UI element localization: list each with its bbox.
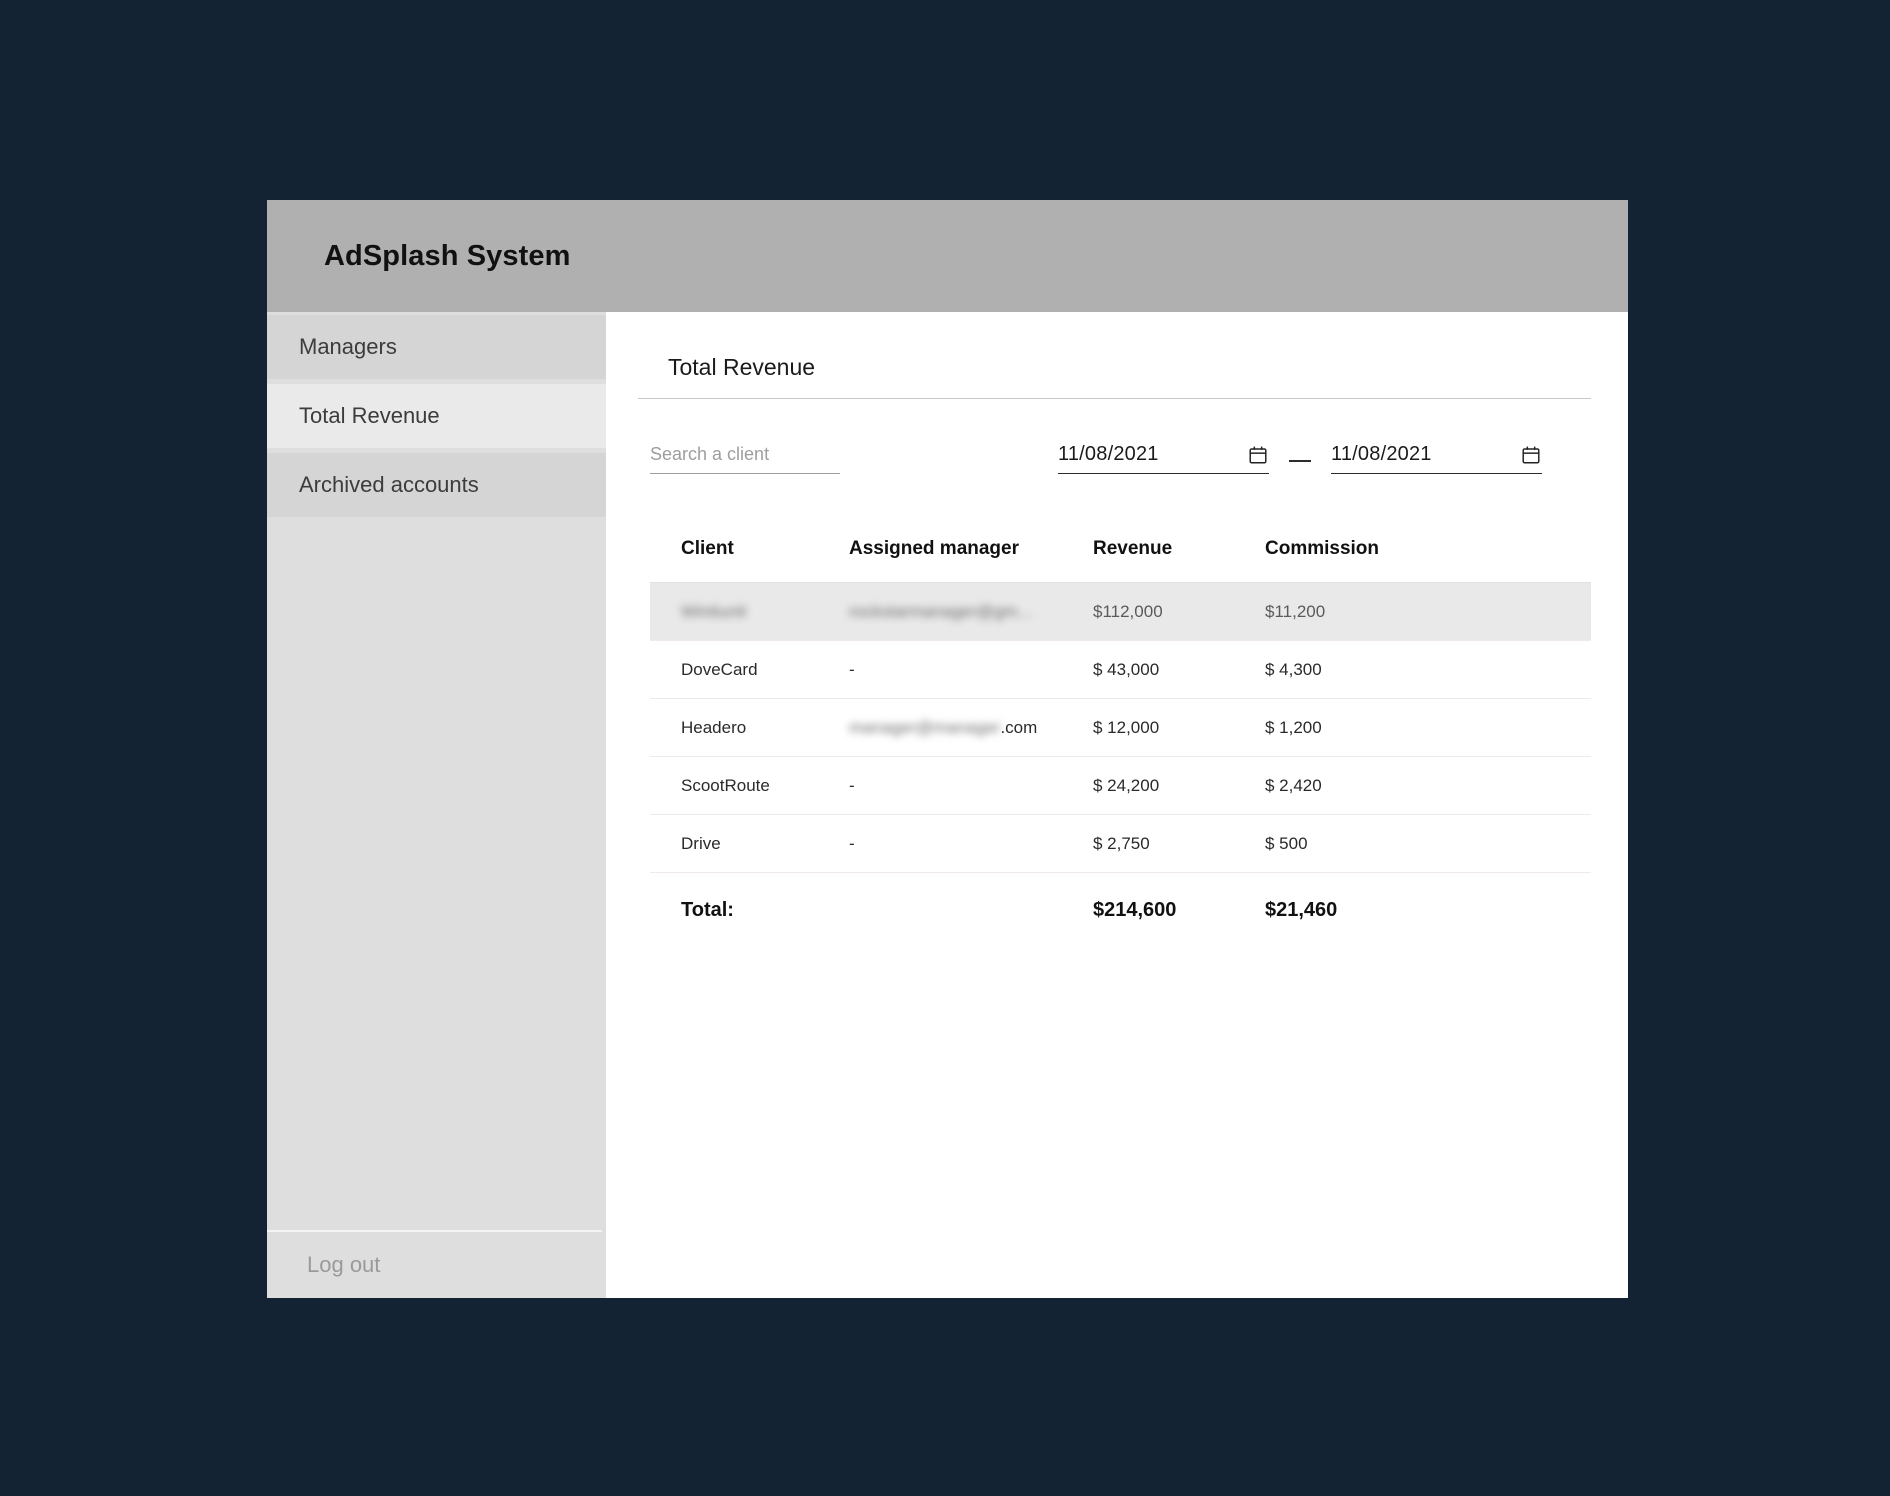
table-row[interactable]: Headero manager@manager.com $ 12,000 $ 1… bbox=[650, 698, 1591, 757]
revenue-table: Client Assigned manager Revenue Commissi… bbox=[650, 528, 1591, 940]
total-label: Total: bbox=[681, 899, 734, 921]
column-header-manager: Assigned manager bbox=[849, 528, 1093, 583]
sidebar-item-label: Archived accounts bbox=[299, 472, 479, 497]
sidebar-item-managers[interactable]: Managers bbox=[267, 315, 606, 379]
cell-commission: $ 4,300 bbox=[1265, 640, 1591, 699]
cell-commission: $ 2,420 bbox=[1265, 756, 1591, 815]
end-date-field[interactable]: 11/08/2021 bbox=[1331, 443, 1542, 474]
cell-commission: $ 500 bbox=[1265, 814, 1591, 873]
total-revenue: $214,600 bbox=[1093, 899, 1177, 921]
cell-manager: - bbox=[849, 640, 1093, 699]
manager-email-suffix: .com bbox=[1000, 718, 1038, 737]
date-range-group: 11/08/2021 11/08/2021 bbox=[1058, 443, 1542, 474]
cell-manager: manager@manager.com bbox=[849, 698, 1093, 757]
table-total-row: Total: $214,600 $21,460 bbox=[650, 873, 1591, 941]
cell-client: Headero bbox=[650, 698, 849, 757]
main-content: Total Revenue 11/08/2021 bbox=[606, 312, 1628, 1298]
sidebar-item-archived-accounts[interactable]: Archived accounts bbox=[267, 453, 606, 517]
logout-button[interactable]: Log out bbox=[307, 1252, 380, 1278]
cell-manager: rockstarmanager@gm... bbox=[849, 582, 1093, 641]
sidebar-footer: Log out bbox=[267, 1230, 602, 1298]
table-body: Wintiunit rockstarmanager@gm... $112,000… bbox=[650, 582, 1591, 941]
calendar-icon[interactable] bbox=[1247, 444, 1269, 466]
table-container: Client Assigned manager Revenue Commissi… bbox=[638, 484, 1591, 940]
app-window: AdSplash System Managers Total Revenue A… bbox=[267, 200, 1628, 1298]
app-title: AdSplash System bbox=[324, 239, 571, 272]
table-head: Client Assigned manager Revenue Commissi… bbox=[650, 528, 1591, 583]
search-input[interactable] bbox=[650, 444, 840, 474]
total-commission: $21,460 bbox=[1265, 899, 1338, 921]
column-header-client: Client bbox=[650, 528, 849, 583]
table-row[interactable]: DoveCard - $ 43,000 $ 4,300 bbox=[650, 640, 1591, 699]
app-header: AdSplash System bbox=[267, 200, 1628, 312]
sidebar-item-label: Managers bbox=[299, 334, 397, 359]
sidebar-spacer bbox=[267, 522, 606, 1230]
column-header-revenue: Revenue bbox=[1093, 528, 1265, 583]
sidebar: Managers Total Revenue Archived accounts… bbox=[267, 312, 606, 1298]
content-inner: Total Revenue 11/08/2021 bbox=[622, 312, 1591, 940]
app-body: Managers Total Revenue Archived accounts… bbox=[267, 312, 1628, 1298]
cell-client: ScootRoute bbox=[650, 756, 849, 815]
page-title: Total Revenue bbox=[638, 312, 1591, 399]
cell-revenue: $ 2,750 bbox=[1093, 814, 1265, 873]
table-row[interactable]: ScootRoute - $ 24,200 $ 2,420 bbox=[650, 756, 1591, 815]
start-date-field[interactable]: 11/08/2021 bbox=[1058, 443, 1269, 474]
cell-revenue: $ 43,000 bbox=[1093, 640, 1265, 699]
end-date-value: 11/08/2021 bbox=[1331, 443, 1432, 465]
cell-client: Drive bbox=[650, 814, 849, 873]
manager-email-redacted: rockstarmanager@gm... bbox=[849, 602, 1032, 621]
start-date-value: 11/08/2021 bbox=[1058, 443, 1159, 465]
sidebar-item-label: Total Revenue bbox=[299, 403, 440, 428]
cell-revenue: $ 24,200 bbox=[1093, 756, 1265, 815]
table-header-row: Client Assigned manager Revenue Commissi… bbox=[650, 528, 1591, 583]
cell-revenue: $ 12,000 bbox=[1093, 698, 1265, 757]
cell-manager: - bbox=[849, 814, 1093, 873]
filters-bar: 11/08/2021 bbox=[638, 399, 1591, 484]
calendar-icon[interactable] bbox=[1520, 444, 1542, 466]
cell-client: DoveCard bbox=[650, 640, 849, 699]
table-row[interactable]: Drive - $ 2,750 $ 500 bbox=[650, 814, 1591, 873]
cell-commission: $11,200 bbox=[1265, 582, 1591, 641]
client-name-redacted: Wintiunit bbox=[681, 602, 747, 621]
sidebar-nav: Managers Total Revenue Archived accounts bbox=[267, 312, 606, 522]
cell-commission: $ 1,200 bbox=[1265, 698, 1591, 757]
table-row[interactable]: Wintiunit rockstarmanager@gm... $112,000… bbox=[650, 582, 1591, 641]
cell-revenue: $112,000 bbox=[1093, 582, 1265, 641]
cell-manager: - bbox=[849, 756, 1093, 815]
date-range-separator bbox=[1289, 460, 1311, 462]
total-manager bbox=[849, 873, 1093, 941]
column-header-commission: Commission bbox=[1265, 528, 1591, 583]
manager-email-redacted: manager@manager bbox=[849, 718, 1001, 737]
cell-client: Wintiunit bbox=[650, 582, 849, 641]
sidebar-item-total-revenue[interactable]: Total Revenue bbox=[267, 384, 606, 448]
